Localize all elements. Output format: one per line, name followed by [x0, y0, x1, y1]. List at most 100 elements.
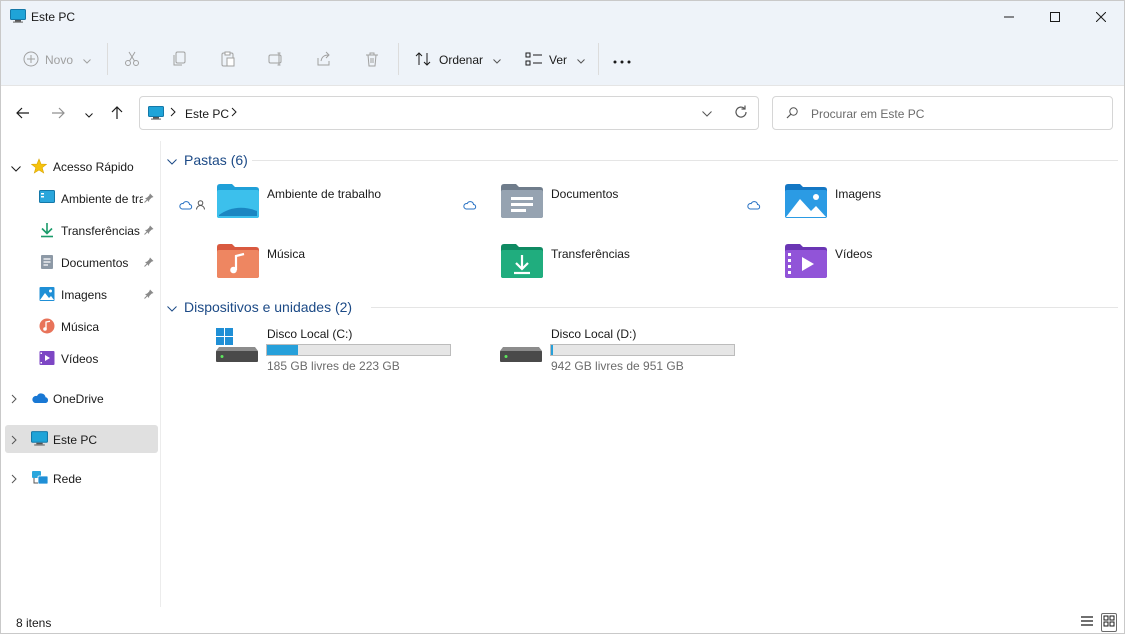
forward-button[interactable]	[48, 104, 68, 124]
folder-name: Vídeos	[835, 247, 873, 261]
desktop-icon	[39, 190, 55, 207]
address-history-dropdown[interactable]	[702, 106, 712, 120]
sidebar-item-music[interactable]: Música	[5, 312, 158, 340]
sidebar-item-network[interactable]: Rede	[5, 464, 158, 492]
sidebar-item-label: Vídeos	[61, 352, 99, 366]
arrow-left-icon	[16, 107, 30, 122]
close-button[interactable]	[1078, 1, 1124, 33]
drive-tile-c[interactable]: Disco Local (C:) 185 GB livres de 223 GB	[161, 327, 451, 375]
drive-usage-bar	[266, 344, 451, 356]
devices-group-header[interactable]: Dispositivos e unidades (2)	[167, 297, 352, 317]
up-button[interactable]	[107, 104, 127, 124]
folder-tile-documents[interactable]: Documentos	[445, 181, 715, 225]
group-divider	[371, 307, 1118, 308]
view-button[interactable]: Ver	[525, 46, 585, 74]
sort-button[interactable]: Ordenar	[415, 46, 501, 74]
refresh-icon[interactable]	[734, 105, 748, 122]
sidebar-item-videos[interactable]: Vídeos	[5, 344, 158, 372]
back-button[interactable]	[13, 104, 33, 124]
folders-group-header[interactable]: Pastas (6)	[167, 150, 248, 170]
chevron-right-icon[interactable]	[11, 434, 17, 448]
pin-icon	[144, 256, 154, 270]
drive-free-space: 185 GB livres de 223 GB	[267, 359, 400, 373]
sidebar-item-quick-access[interactable]: Acesso Rápido	[5, 152, 158, 180]
group-divider	[252, 160, 1118, 161]
sidebar-item-label: Rede	[53, 472, 82, 486]
chevron-down-icon	[85, 107, 93, 121]
address-bar[interactable]: Este PC	[139, 96, 759, 130]
arrow-right-icon	[51, 107, 65, 122]
search-icon	[786, 107, 798, 122]
more-options-button[interactable]	[613, 46, 631, 74]
folder-name: Documentos	[551, 187, 619, 201]
copy-button[interactable]	[172, 46, 188, 74]
view-list-icon	[525, 51, 543, 70]
details-view-icon[interactable]	[1080, 615, 1094, 630]
folder-tile-downloads[interactable]: Transferências	[445, 241, 715, 285]
recent-locations-button[interactable]	[79, 104, 99, 124]
drive-usage-fill	[267, 345, 299, 355]
folder-name: Ambiente de trabalho	[267, 187, 382, 201]
view-label: Ver	[549, 53, 568, 67]
music-folder-icon	[216, 243, 260, 282]
chevron-down-icon[interactable]	[11, 161, 21, 175]
pictures-icon	[39, 286, 55, 305]
folder-tile-music[interactable]: Música	[161, 241, 431, 285]
downloads-icon	[39, 222, 55, 241]
documents-folder-icon	[500, 183, 544, 222]
sidebar-item-label: Imagens	[61, 288, 108, 302]
onedrive-cloud-icon	[31, 392, 49, 407]
breadcrumb-this-pc[interactable]: Este PC	[185, 107, 229, 121]
sidebar-item-label: OneDrive	[53, 392, 104, 406]
chevron-right-icon[interactable]	[11, 393, 17, 407]
chevron-right-icon[interactable]	[11, 473, 17, 487]
new-button[interactable]: Novo	[23, 46, 91, 74]
search-input[interactable]	[811, 105, 1101, 123]
cloud-sync-icon	[463, 199, 477, 213]
chevron-down-icon	[167, 299, 177, 315]
documents-icon	[39, 254, 55, 273]
sidebar-item-downloads[interactable]: Transferências	[5, 216, 158, 244]
folder-name: Imagens	[835, 187, 882, 201]
content-pane: Pastas (6) Ambiente de trabalho Document…	[161, 141, 1124, 607]
delete-button[interactable]	[364, 46, 380, 74]
cloud-sync-icon	[179, 199, 193, 213]
sidebar-item-label: Acesso Rápido	[53, 160, 134, 174]
share-button[interactable]	[316, 46, 332, 74]
cloud-sync-icon	[747, 199, 761, 213]
folder-tile-pictures[interactable]: Imagens	[729, 181, 999, 225]
chevron-down-icon	[493, 53, 501, 67]
maximize-button[interactable]	[1032, 1, 1078, 33]
drive-tile-d[interactable]: Disco Local (D:) 942 GB livres de 951 GB	[445, 327, 735, 375]
large-icons-view-icon[interactable]	[1101, 613, 1117, 632]
copy-icon	[172, 51, 188, 70]
address-row: Este PC	[1, 86, 1124, 141]
sidebar-item-documents[interactable]: Documentos	[5, 248, 158, 276]
cut-button[interactable]	[124, 46, 140, 74]
title-bar: Este PC	[1, 1, 1124, 33]
chevron-right-icon[interactable]	[231, 106, 237, 120]
folder-tile-videos[interactable]: Vídeos	[729, 241, 999, 285]
folder-name: Música	[267, 247, 306, 261]
windows-drive-icon	[215, 327, 259, 366]
downloads-folder-icon	[500, 243, 544, 282]
rename-button[interactable]	[268, 46, 284, 74]
folder-name: Transferências	[551, 247, 630, 261]
chevron-right-icon[interactable]	[170, 106, 176, 120]
drive-usage-fill	[551, 345, 553, 355]
videos-folder-icon	[784, 243, 828, 282]
drive-name: Disco Local (D:)	[551, 327, 637, 341]
more-dots-icon	[613, 53, 631, 67]
sidebar-item-pictures[interactable]: Imagens	[5, 280, 158, 308]
paste-button[interactable]	[220, 46, 236, 74]
sidebar-item-this-pc[interactable]: Este PC	[5, 425, 158, 453]
folder-tile-desktop[interactable]: Ambiente de trabalho	[161, 181, 431, 225]
file-explorer-window: Este PC Novo Ordenar Ver Este PC Procura…	[0, 0, 1125, 634]
search-box[interactable]	[772, 96, 1113, 130]
minimize-button[interactable]	[986, 1, 1032, 33]
new-label: Novo	[45, 53, 74, 67]
sidebar-item-onedrive[interactable]: OneDrive	[5, 384, 158, 412]
sidebar-item-label: Música	[61, 320, 100, 334]
sort-label: Ordenar	[439, 53, 484, 67]
sidebar-item-desktop[interactable]: Ambiente de trabalho	[5, 184, 158, 212]
